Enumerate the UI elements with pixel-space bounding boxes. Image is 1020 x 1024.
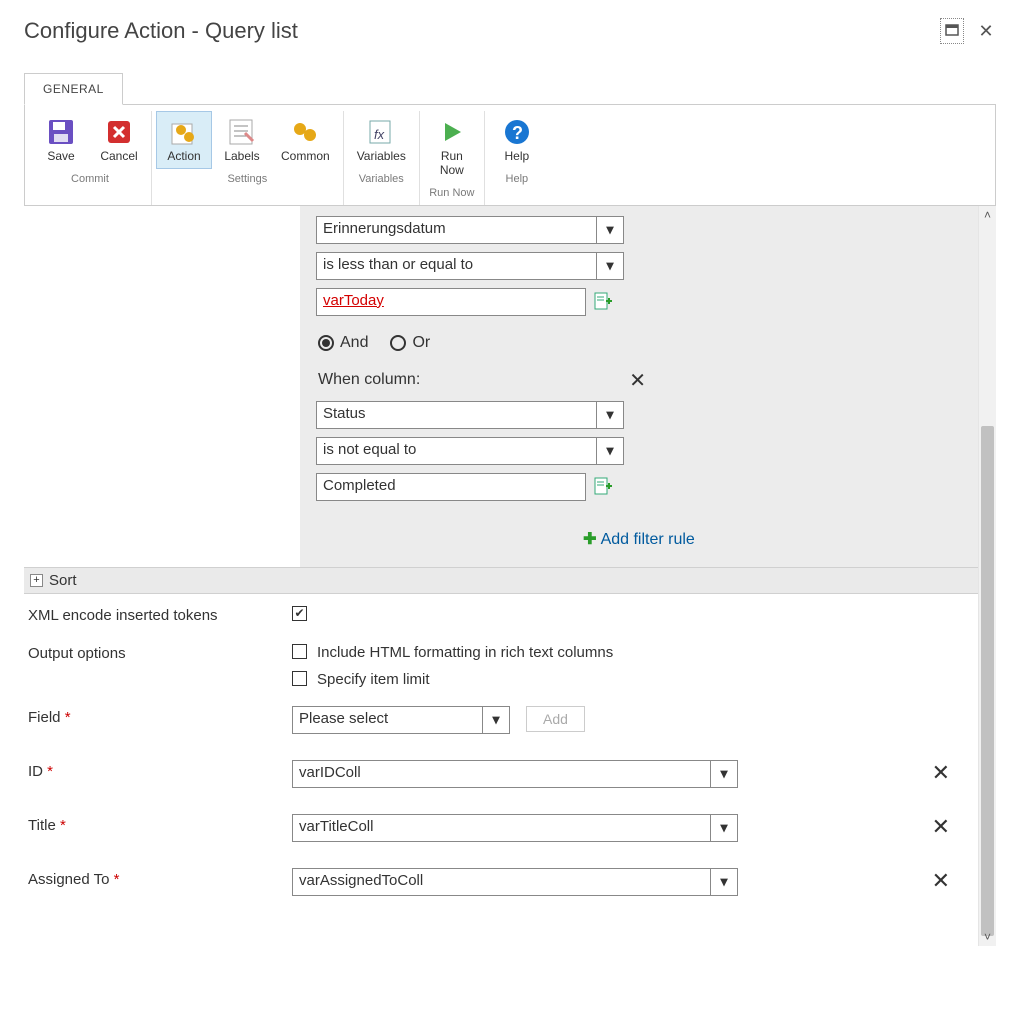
chevron-down-icon: ▾	[597, 217, 623, 243]
logic-and-radio[interactable]: And	[318, 334, 368, 352]
filter1-value-input[interactable]: varToday	[316, 288, 586, 316]
sort-section-label: Sort	[49, 572, 77, 589]
ribbon: Save Cancel Commit Action	[24, 105, 996, 206]
remove-filter-button[interactable]: ✕	[629, 368, 646, 393]
variables-button[interactable]: fx Variables	[348, 111, 415, 169]
chevron-down-icon: ▾	[597, 438, 623, 464]
save-icon	[45, 116, 77, 148]
output-options-label: Output options	[28, 642, 292, 662]
help-icon: ?	[501, 116, 533, 148]
help-button[interactable]: ? Help	[489, 111, 545, 169]
insert-reference-button[interactable]	[594, 477, 614, 497]
title-label: Title	[28, 817, 56, 834]
insert-reference-button[interactable]	[594, 292, 614, 312]
filter-panel: Erinnerungsdatum ▾ is less than or equal…	[300, 206, 978, 567]
include-html-checkbox[interactable]	[292, 644, 307, 659]
variables-icon: fx	[365, 116, 397, 148]
chevron-down-icon: ▾	[597, 402, 623, 428]
common-icon	[289, 116, 321, 148]
chevron-down-icon: ▾	[597, 253, 623, 279]
filter1-column-select[interactable]: Erinnerungsdatum ▾	[316, 216, 624, 244]
scroll-up-arrow[interactable]: ˄	[979, 206, 996, 224]
filter2-value-input[interactable]: Completed	[316, 473, 586, 501]
ribbon-group-help: Help	[506, 169, 529, 187]
field-label: Field	[28, 709, 61, 726]
sort-expander[interactable]: +	[30, 574, 43, 587]
xml-encode-label: XML encode inserted tokens	[28, 604, 292, 624]
labels-icon	[226, 116, 258, 148]
item-limit-checkbox[interactable]	[292, 671, 307, 686]
tab-general[interactable]: GENERAL	[24, 73, 123, 105]
action-button[interactable]: Action	[156, 111, 212, 169]
remove-title-button[interactable]: ✕	[932, 814, 954, 840]
labels-button[interactable]: Labels	[214, 111, 270, 169]
cancel-icon	[103, 116, 135, 148]
ribbon-group-runnow: Run Now	[429, 183, 474, 201]
when-column-label: When column:	[318, 371, 420, 389]
save-button[interactable]: Save	[33, 111, 89, 169]
assigned-to-select[interactable]: varAssignedToColl ▾	[292, 868, 738, 896]
xml-encode-checkbox[interactable]	[292, 606, 307, 621]
play-icon	[436, 116, 468, 148]
scroll-thumb[interactable]	[981, 426, 994, 936]
vertical-scrollbar[interactable]: ˄ ˅	[978, 206, 996, 946]
chevron-down-icon: ▾	[483, 707, 509, 733]
filter2-column-select[interactable]: Status ▾	[316, 401, 624, 429]
add-filter-rule-link[interactable]: ✚Add filter rule	[583, 531, 695, 548]
run-now-button[interactable]: Run Now	[424, 111, 480, 183]
add-field-button[interactable]: Add	[526, 706, 585, 732]
svg-text:fx: fx	[374, 127, 385, 142]
dialog-title: Configure Action - Query list	[24, 18, 298, 44]
remove-id-button[interactable]: ✕	[932, 760, 954, 786]
action-icon	[168, 116, 200, 148]
logic-or-radio[interactable]: Or	[390, 334, 430, 352]
ribbon-group-variables: Variables	[359, 169, 404, 187]
filter2-operator-select[interactable]: is not equal to ▾	[316, 437, 624, 465]
plus-icon: ✚	[583, 531, 596, 548]
cancel-button[interactable]: Cancel	[91, 111, 147, 169]
assigned-to-label: Assigned To	[28, 871, 109, 888]
close-button[interactable]: ✕	[976, 21, 996, 41]
ribbon-group-commit: Commit	[71, 169, 109, 187]
id-label: ID	[28, 763, 43, 780]
field-select[interactable]: Please select ▾	[292, 706, 510, 734]
remove-assigned-button[interactable]: ✕	[932, 868, 954, 894]
filter1-operator-select[interactable]: is less than or equal to ▾	[316, 252, 624, 280]
scroll-down-arrow[interactable]: ˅	[979, 928, 996, 946]
chevron-down-icon: ▾	[711, 761, 737, 787]
chevron-down-icon: ▾	[711, 815, 737, 841]
ribbon-group-settings: Settings	[227, 169, 267, 187]
id-select[interactable]: varIDColl ▾	[292, 760, 738, 788]
maximize-button[interactable]	[940, 18, 964, 44]
chevron-down-icon: ▾	[711, 869, 737, 895]
title-select[interactable]: varTitleColl ▾	[292, 814, 738, 842]
svg-text:?: ?	[512, 123, 523, 143]
common-button[interactable]: Common	[272, 111, 339, 169]
